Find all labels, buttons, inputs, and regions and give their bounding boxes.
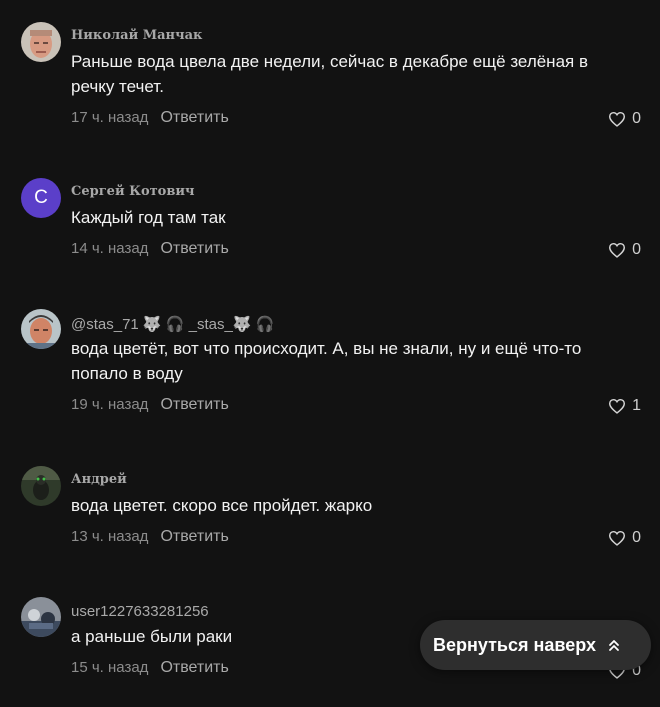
- comment-time: 15 ч. назад: [71, 659, 149, 676]
- avatar[interactable]: [21, 22, 61, 62]
- comment-meta: 17 ч. назад Ответить: [71, 109, 229, 127]
- scroll-to-top-label: Вернуться наверх: [433, 634, 596, 655]
- comment-author[interactable]: Николай Манчак: [71, 28, 202, 43]
- comment-time: 14 ч. назад: [71, 240, 149, 257]
- comment-text: вода цветёт, вот что происходит. А, вы н…: [71, 339, 582, 383]
- like-button[interactable]: 1: [608, 397, 641, 415]
- reply-button[interactable]: Ответить: [160, 240, 228, 257]
- comment-meta: 14 ч. назад Ответить: [71, 240, 229, 258]
- comment-author[interactable]: @stas_71 🐺 🎧 _stas_🐺 🎧: [71, 315, 274, 333]
- reply-button[interactable]: Ответить: [160, 528, 228, 545]
- comment-item: Андрей вода цветет. скоро все пройдет. ж…: [0, 466, 660, 566]
- comment-item: Николай Манчак Раньше вода цвела две нед…: [0, 22, 660, 142]
- like-count: 1: [632, 397, 641, 414]
- comment-time: 13 ч. назад: [71, 528, 149, 545]
- scroll-to-top-button[interactable]: Вернуться наверх: [420, 620, 651, 670]
- heart-icon: [609, 398, 626, 414]
- reply-button[interactable]: Ответить: [160, 659, 228, 676]
- comment-meta: 15 ч. назад Ответить: [71, 659, 229, 677]
- comment-text: вода цветет. скоро все пройдет. жарко: [71, 496, 373, 515]
- heart-icon: [609, 111, 626, 127]
- double-chevron-up-icon: [609, 640, 619, 651]
- like-button[interactable]: 0: [608, 110, 641, 128]
- avatar[interactable]: [21, 309, 61, 349]
- comment-text: Раньше вода цвела две недели, сейчас в д…: [71, 52, 588, 96]
- heart-icon: [609, 242, 626, 258]
- comment-time: 17 ч. назад: [71, 109, 149, 126]
- heart-icon: [609, 530, 626, 546]
- comment-text: Каждый год там так: [71, 208, 226, 227]
- reply-button[interactable]: Ответить: [160, 396, 228, 413]
- comment-meta: 19 ч. назад Ответить: [71, 396, 229, 414]
- like-button[interactable]: 0: [608, 529, 641, 547]
- avatar[interactable]: С: [21, 178, 61, 218]
- like-count: 0: [632, 529, 641, 546]
- comment-author[interactable]: Сергей Котович: [71, 184, 195, 199]
- comment-author[interactable]: Андрей: [71, 472, 127, 487]
- like-button[interactable]: 0: [608, 241, 641, 259]
- comment-item: С Сергей Котович Каждый год там так 14 ч…: [0, 178, 660, 278]
- comment-item: @stas_71 🐺 🎧 _stas_🐺 🎧 вода цветёт, вот …: [0, 309, 660, 429]
- avatar[interactable]: [21, 466, 61, 506]
- comment-meta: 13 ч. назад Ответить: [71, 528, 229, 546]
- avatar[interactable]: [21, 597, 61, 637]
- comment-time: 19 ч. назад: [71, 396, 149, 413]
- like-count: 0: [632, 110, 641, 127]
- reply-button[interactable]: Ответить: [160, 109, 228, 126]
- comment-author[interactable]: user1227633281256: [71, 603, 209, 620]
- like-count: 0: [632, 241, 641, 258]
